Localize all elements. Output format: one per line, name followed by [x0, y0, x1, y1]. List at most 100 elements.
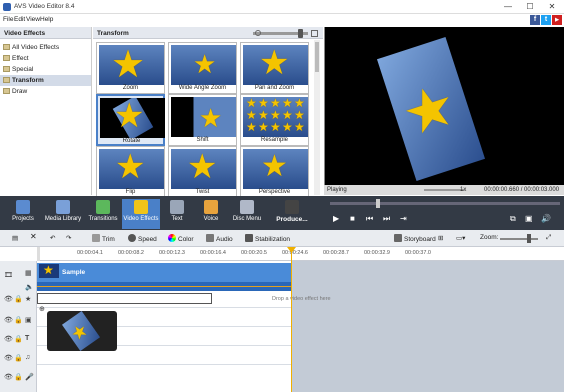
seek-handle[interactable] — [376, 199, 380, 208]
toolbar-tool[interactable]: Video Effects — [122, 199, 160, 229]
music-track-icon: ♫ — [25, 354, 31, 361]
effect-thumbnail[interactable]: ★ Rotate — [96, 94, 165, 146]
undo-icon[interactable]: ↶ — [50, 234, 55, 242]
menu-file[interactable]: File — [3, 16, 13, 23]
toolbar-tool[interactable]: Media Library — [44, 199, 82, 229]
category-item[interactable]: Draw — [0, 86, 91, 97]
color-button[interactable]: Color — [168, 234, 194, 243]
small-size-icon[interactable] — [255, 30, 261, 36]
star-image: ★ — [199, 103, 223, 133]
timeline-cursor[interactable] — [291, 247, 292, 392]
snapshot-icon[interactable]: ⧉ — [510, 214, 516, 224]
minimize-button[interactable]: — — [498, 1, 518, 13]
toolbar-tool[interactable]: Text — [158, 199, 196, 229]
effect-drop-slot[interactable] — [37, 293, 212, 304]
fullscreen-nav-icon[interactable]: ⇥ — [400, 214, 407, 223]
effect-thumbnail[interactable]: ★ Shift — [168, 94, 237, 146]
menu-view[interactable]: View — [26, 16, 40, 23]
menu-help[interactable]: Help — [40, 16, 53, 23]
timeline-zoom-slider[interactable] — [500, 238, 538, 240]
category-item[interactable]: All Video Effects — [0, 42, 91, 53]
effect-track-visible-icon[interactable]: 👁 — [4, 295, 13, 303]
category-item[interactable]: Transform — [0, 75, 91, 86]
panel-title: Video Effects — [0, 27, 91, 39]
trim-button[interactable]: Trim — [92, 234, 115, 243]
edit-toolbar: ▤ ✕ ↶ ↷ Trim Speed Color Audio Stabiliza… — [0, 230, 564, 247]
music-track-visible-icon[interactable]: 👁 — [4, 354, 13, 362]
effect-thumbnail[interactable]: ★ ★ ★ ★ ★ ★ ★ ★ ★ ★ ★ ★ ★ ★ ★ Resample — [240, 94, 309, 146]
title-bar: AVS Video Editor 8.4 — ☐ ✕ — [0, 0, 564, 14]
twitter-icon[interactable]: t — [541, 15, 551, 25]
voice-track-lock-icon[interactable]: 🔒 — [14, 373, 23, 381]
tool-label: Transitions — [88, 216, 118, 222]
next-frame-icon[interactable]: ⏭ — [383, 214, 390, 224]
large-size-icon[interactable] — [311, 30, 318, 37]
stabilization-label: Stabilization — [255, 236, 291, 243]
effect-thumbnail[interactable]: ★ Twist — [168, 146, 237, 198]
seek-bar[interactable] — [330, 202, 560, 205]
toolbar-tool[interactable]: Produce... — [272, 199, 312, 229]
effect-track-lock-icon[interactable]: 🔒 — [14, 295, 23, 303]
speed-slider[interactable] — [424, 189, 464, 191]
storyboard-button[interactable]: Storyboard — [394, 234, 436, 243]
tool-icon — [134, 200, 148, 214]
clip-audio-waveform[interactable] — [37, 282, 292, 291]
text-track-visible-icon[interactable]: 👁 — [4, 335, 13, 343]
video-clip[interactable]: Sample — [37, 263, 292, 282]
category-item[interactable]: Special — [0, 64, 91, 75]
play-icon[interactable]: ▶ — [333, 214, 339, 223]
maximize-button[interactable]: ☐ — [520, 1, 540, 13]
voice-track-visible-icon[interactable]: 👁 — [4, 373, 13, 381]
toolbar-tool[interactable]: Disc Menu — [228, 199, 266, 229]
timeline-zoom-handle[interactable] — [527, 234, 531, 243]
storyboard-icon — [394, 234, 402, 242]
category-item[interactable]: Effect — [0, 53, 91, 64]
star-image: ★ — [67, 319, 92, 345]
star-image: ★ — [259, 45, 290, 82]
close-button[interactable]: ✕ — [542, 1, 562, 13]
storyboard-view-icon[interactable]: ▤ — [12, 234, 18, 242]
timeline-ruler[interactable]: 00:00:04.1 00:00:08.2 00:00:12.3 00:00:16.4… — [37, 247, 564, 261]
redo-icon[interactable]: ↷ — [66, 234, 71, 242]
screen-icon[interactable]: ▣ — [525, 214, 533, 223]
expand-icon[interactable]: ⤢ — [546, 234, 551, 242]
folder-icon — [3, 88, 10, 94]
folder-icon — [3, 77, 10, 83]
youtube-icon[interactable]: ▶ — [552, 15, 562, 25]
text-track-lock-icon[interactable]: 🔒 — [14, 335, 23, 343]
overlay-track-lock-icon[interactable]: 🔒 — [14, 316, 23, 324]
menu-edit[interactable]: Edit — [14, 16, 25, 23]
stabilization-button[interactable]: Stabilization — [245, 234, 290, 243]
volume-icon[interactable]: 🔊 — [541, 214, 551, 223]
toolbar-tool[interactable]: Voice — [192, 199, 230, 229]
facebook-icon[interactable]: f — [530, 15, 540, 25]
delete-icon[interactable]: ✕ — [30, 232, 37, 241]
effect-track-icon: ★ — [25, 296, 32, 303]
toolbar-tool[interactable]: Transitions — [84, 199, 122, 229]
previous-frame-icon[interactable]: ⏮ — [366, 214, 373, 224]
effect-thumbnail[interactable]: ★ Zoom — [96, 42, 165, 94]
effect-preview: ★ — [171, 97, 236, 137]
effect-preview: ★ ★ ★ ★ ★ ★ ★ ★ ★ ★ ★ ★ ★ ★ ★ — [243, 97, 308, 137]
effect-thumbnail[interactable]: ★ Pan and Zoom — [240, 42, 309, 94]
slider-handle[interactable] — [298, 29, 303, 38]
effect-thumbnail[interactable]: ★ Perspective — [240, 146, 309, 198]
toolbar-tool[interactable]: Projects — [4, 199, 42, 229]
stop-icon[interactable]: ■ — [350, 214, 355, 223]
color-label: Color — [178, 236, 194, 243]
display-mode-icon[interactable]: ▭▾ — [456, 234, 465, 242]
speed-button[interactable]: Speed — [128, 234, 157, 243]
tool-label: Voice — [203, 216, 219, 222]
zoom-label: Zoom: — [480, 234, 499, 241]
effect-thumbnail[interactable]: ★ Wide Angle Zoom — [168, 42, 237, 94]
audio-speaker-icon[interactable]: 🔈 — [25, 283, 34, 291]
fit-icon[interactable]: ⊞ — [438, 234, 443, 242]
music-track-lock-icon[interactable]: 🔒 — [14, 354, 23, 362]
overlay-track-visible-icon[interactable]: 👁 — [4, 316, 13, 324]
effect-thumbnail[interactable]: ★ Flip — [96, 146, 165, 198]
audio-button[interactable]: Audio — [206, 234, 233, 243]
scrollbar-thumb[interactable] — [315, 42, 319, 72]
video-track-icon[interactable]: 🎞 — [4, 271, 13, 279]
tool-label: Projects — [12, 216, 34, 222]
effect-label: Perspective — [258, 189, 291, 195]
